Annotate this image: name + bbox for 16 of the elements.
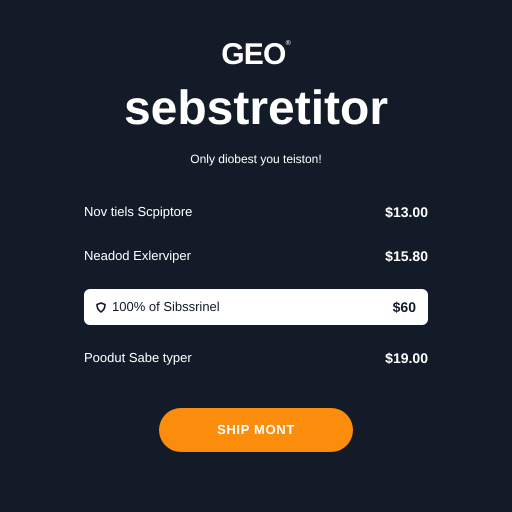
- logo: GEO: [221, 38, 286, 72]
- title: sebstretitor: [124, 82, 388, 136]
- option-row[interactable]: Neadod Exlerviper $15.80: [84, 238, 428, 274]
- option-price: $15.80: [385, 246, 428, 266]
- option-row[interactable]: 100% of Sibssrinel $60: [84, 289, 428, 325]
- option-price: $19.00: [385, 348, 428, 368]
- option-label: Neadod Exlerviper: [84, 247, 191, 266]
- option-label: Nov tiels Scpiptore: [84, 203, 192, 222]
- option-row[interactable]: Poodut Sabe typer $19.00: [84, 340, 428, 376]
- option-price: $60: [392, 298, 416, 316]
- option-price: $13.00: [385, 202, 428, 222]
- option-label: Poodut Sabe typer: [84, 349, 192, 368]
- shield-icon: [96, 302, 106, 312]
- option-row[interactable]: Nov tiels Scpiptore $13.00: [84, 194, 428, 230]
- option-label: 100% of Sibssrinel: [112, 298, 220, 316]
- subtitle: Only diobest you teiston!: [190, 151, 322, 168]
